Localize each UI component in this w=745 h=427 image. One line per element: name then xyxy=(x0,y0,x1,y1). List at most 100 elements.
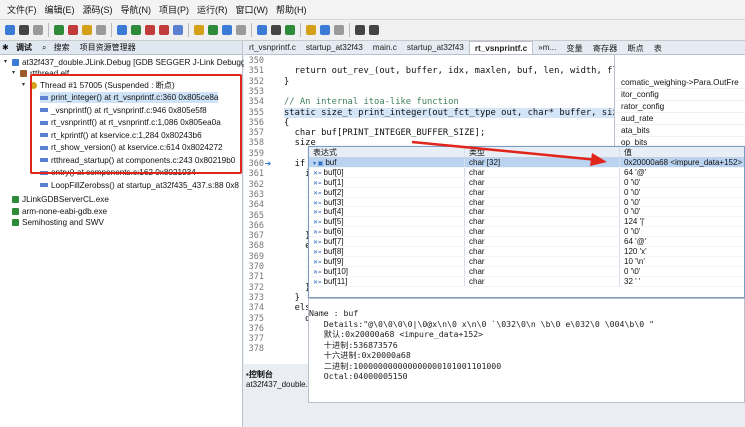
code-line: } xyxy=(284,76,290,87)
frame-icon xyxy=(40,145,48,150)
editor-tab[interactable]: main.c xyxy=(368,43,402,52)
value-cell: 0 '\0' xyxy=(619,197,744,207)
expression-row[interactable]: ✕= buf[11] char 32 ' ' xyxy=(309,276,744,287)
view-tab[interactable]: 寄存器 xyxy=(588,42,623,54)
menu-item[interactable]: 项目(P) xyxy=(155,3,193,16)
line-number: 351 xyxy=(248,66,264,77)
current-line-arrow-icon: ➜ xyxy=(264,159,272,168)
expression-row[interactable]: ✕= buf[10] char 0 '\0' xyxy=(309,266,744,277)
toolbar-button[interactable] xyxy=(117,25,127,35)
view-tab[interactable]: 表 xyxy=(649,42,667,54)
editor-tab[interactable]: rt_vsnprintf.c xyxy=(244,43,301,52)
header-value: 值 xyxy=(619,147,744,157)
editor-tab[interactable]: »m... xyxy=(533,43,561,52)
variable-row[interactable]: itor_config xyxy=(615,89,745,101)
expression-row[interactable]: ▾ ▣ buf char [32] 0x20000a68 <impure_data+1… xyxy=(309,158,744,168)
expression-row[interactable]: ✕= buf[5] char 124 '|' xyxy=(309,217,744,228)
line-number: 369 xyxy=(248,251,264,262)
tab-debug[interactable]: ✱ 调试 xyxy=(2,42,37,53)
menu-item[interactable]: 导航(N) xyxy=(117,3,156,16)
toolbar-button[interactable] xyxy=(19,25,29,35)
toolbar-button[interactable] xyxy=(257,25,267,35)
code-line: return out_rev_(out, buffer, idx, maxlen… xyxy=(284,66,614,77)
variable-row[interactable]: rator_config xyxy=(615,101,745,113)
tree-label: JLinkGDBServerCL.exe xyxy=(22,195,109,204)
expression-name: buf[6] xyxy=(323,227,344,237)
menu-item[interactable]: 编辑(E) xyxy=(41,3,79,16)
bug-icon xyxy=(12,59,19,66)
menu-item[interactable]: 帮助(H) xyxy=(272,3,311,16)
variable-row[interactable]: aud_rate xyxy=(615,113,745,125)
expression-row[interactable]: ✕= buf[2] char 0 '\0' xyxy=(309,187,744,198)
stack-frame[interactable]: rtthread_startup() at components.c:243 0… xyxy=(40,155,235,166)
view-tab[interactable]: 断点 xyxy=(622,42,648,54)
toolbar-button[interactable] xyxy=(285,25,295,35)
toolbar-button[interactable] xyxy=(173,25,183,35)
value-cell: 0 '\0' xyxy=(619,187,744,197)
menu-item[interactable]: 运行(R) xyxy=(193,3,232,16)
variable-row[interactable]: ata_bits xyxy=(615,125,745,137)
expression-hover-popup[interactable]: 表达式 类型 值 ▾ ▣ buf char [32] 0x20000a68 <impu… xyxy=(308,146,745,298)
tab-project-explorer[interactable]: 项目资源管理器 xyxy=(80,42,141,53)
editor-tab[interactable]: rt_vsnprintf.c xyxy=(468,41,534,54)
toolbar-button[interactable] xyxy=(208,25,218,35)
thread-icon xyxy=(30,82,37,89)
toolbar-button[interactable] xyxy=(159,25,169,35)
expand-arrow-icon[interactable]: ▾ xyxy=(4,57,12,68)
expression-row[interactable]: ✕= buf[6] char 0 '\0' xyxy=(309,227,744,238)
stack-frame[interactable]: rt_kprintf() at kservice.c:1,284 0x80243… xyxy=(40,130,202,141)
type-cell: char xyxy=(464,197,619,207)
toolbar-button[interactable] xyxy=(271,25,281,35)
variable-row[interactable]: comatic_weighing->Para.OutFre xyxy=(615,77,745,89)
expand-arrow-icon[interactable]: ▾ xyxy=(22,80,30,91)
toolbar-button[interactable] xyxy=(145,25,155,35)
line-number: 377 xyxy=(248,334,264,345)
toolbar-button[interactable] xyxy=(306,25,316,35)
expression-row[interactable]: ✕= buf[4] char 0 '\0' xyxy=(309,207,744,218)
menu-item[interactable]: 文件(F) xyxy=(3,3,41,16)
toolbar-button[interactable] xyxy=(194,25,204,35)
toolbar-button[interactable] xyxy=(5,25,15,35)
value-cell: 124 '|' xyxy=(619,217,744,227)
stack-frame[interactable]: entry() at components.c:162 0x8021934 xyxy=(40,167,196,178)
toolbar-button[interactable] xyxy=(54,25,64,35)
tree-process[interactable]: Semihosting and SWV xyxy=(12,217,104,228)
stack-frame[interactable]: LoopFillZerobss() at startup_at32f435_43… xyxy=(40,180,239,191)
toolbar-button[interactable] xyxy=(369,25,379,35)
toolbar-button[interactable] xyxy=(355,25,365,35)
toolbar-button[interactable] xyxy=(68,25,78,35)
expression-row[interactable]: ✕= buf[1] char 0 '\0' xyxy=(309,177,744,188)
stack-frame[interactable]: print_integer() at rt_vsnprintf.c:360 0x… xyxy=(40,92,219,103)
expression-row[interactable]: ✕= buf[9] char 10 '\n' xyxy=(309,256,744,267)
editor-tab[interactable]: startup_at32f43 xyxy=(402,43,469,52)
stack-frame[interactable]: rt_vsnprintf() at rt_vsnprintf.c:1,086 0… xyxy=(40,117,221,128)
menu-item[interactable]: 窗口(W) xyxy=(232,3,273,16)
toolbar-button[interactable] xyxy=(96,25,106,35)
toolbar-button[interactable] xyxy=(222,25,232,35)
toolbar-button[interactable] xyxy=(131,25,141,35)
stack-frame[interactable]: rt_show_version() at kservice.c:614 0x80… xyxy=(40,142,223,153)
toolbar-button[interactable] xyxy=(236,25,246,35)
code-line: // An internal itoa-like function xyxy=(284,97,459,108)
expression-row[interactable]: ✕= buf[8] char 120 'x' xyxy=(309,247,744,257)
toolbar-button[interactable] xyxy=(320,25,330,35)
editor-tab[interactable]: startup_at32f43 xyxy=(301,43,368,52)
tree-launch-config[interactable]: ▾ at32f437_double.JLink.Debug [GDB SEGGER… xyxy=(4,57,259,68)
expression-row[interactable]: ✕= buf[0] char 64 '@' xyxy=(309,167,744,178)
toolbar-button[interactable] xyxy=(33,25,43,35)
tree-thread[interactable]: ▾ Thread #1 57005 (Suspended : 断点) xyxy=(22,80,175,91)
menu-item[interactable]: 源码(S) xyxy=(79,3,117,16)
console-tab[interactable]: ▪ 控制台 xyxy=(244,368,308,380)
toolbar-button[interactable] xyxy=(82,25,92,35)
tab-search[interactable]: ⌕ 搜索 xyxy=(42,42,75,53)
view-tab[interactable]: 变量 xyxy=(561,42,587,54)
tree-process[interactable]: JLinkGDBServerCL.exe xyxy=(12,194,109,205)
toolbar-button[interactable] xyxy=(334,25,344,35)
tree-elf[interactable]: ▾ rtthread.elf xyxy=(12,68,69,79)
expression-row[interactable]: ✕= buf[7] char 64 '@' xyxy=(309,237,744,248)
expand-arrow-icon[interactable]: ▾ xyxy=(12,68,20,79)
tree-label: rt_vsnprintf() at rt_vsnprintf.c:1,086 0… xyxy=(51,118,221,127)
tree-process[interactable]: arm-none-eabi-gdb.exe xyxy=(12,206,107,217)
expression-row[interactable]: ✕= buf[3] char 0 '\0' xyxy=(309,197,744,208)
stack-frame[interactable]: _vsnprintf() at rt_vsnprintf.c:946 0x805… xyxy=(40,105,207,116)
